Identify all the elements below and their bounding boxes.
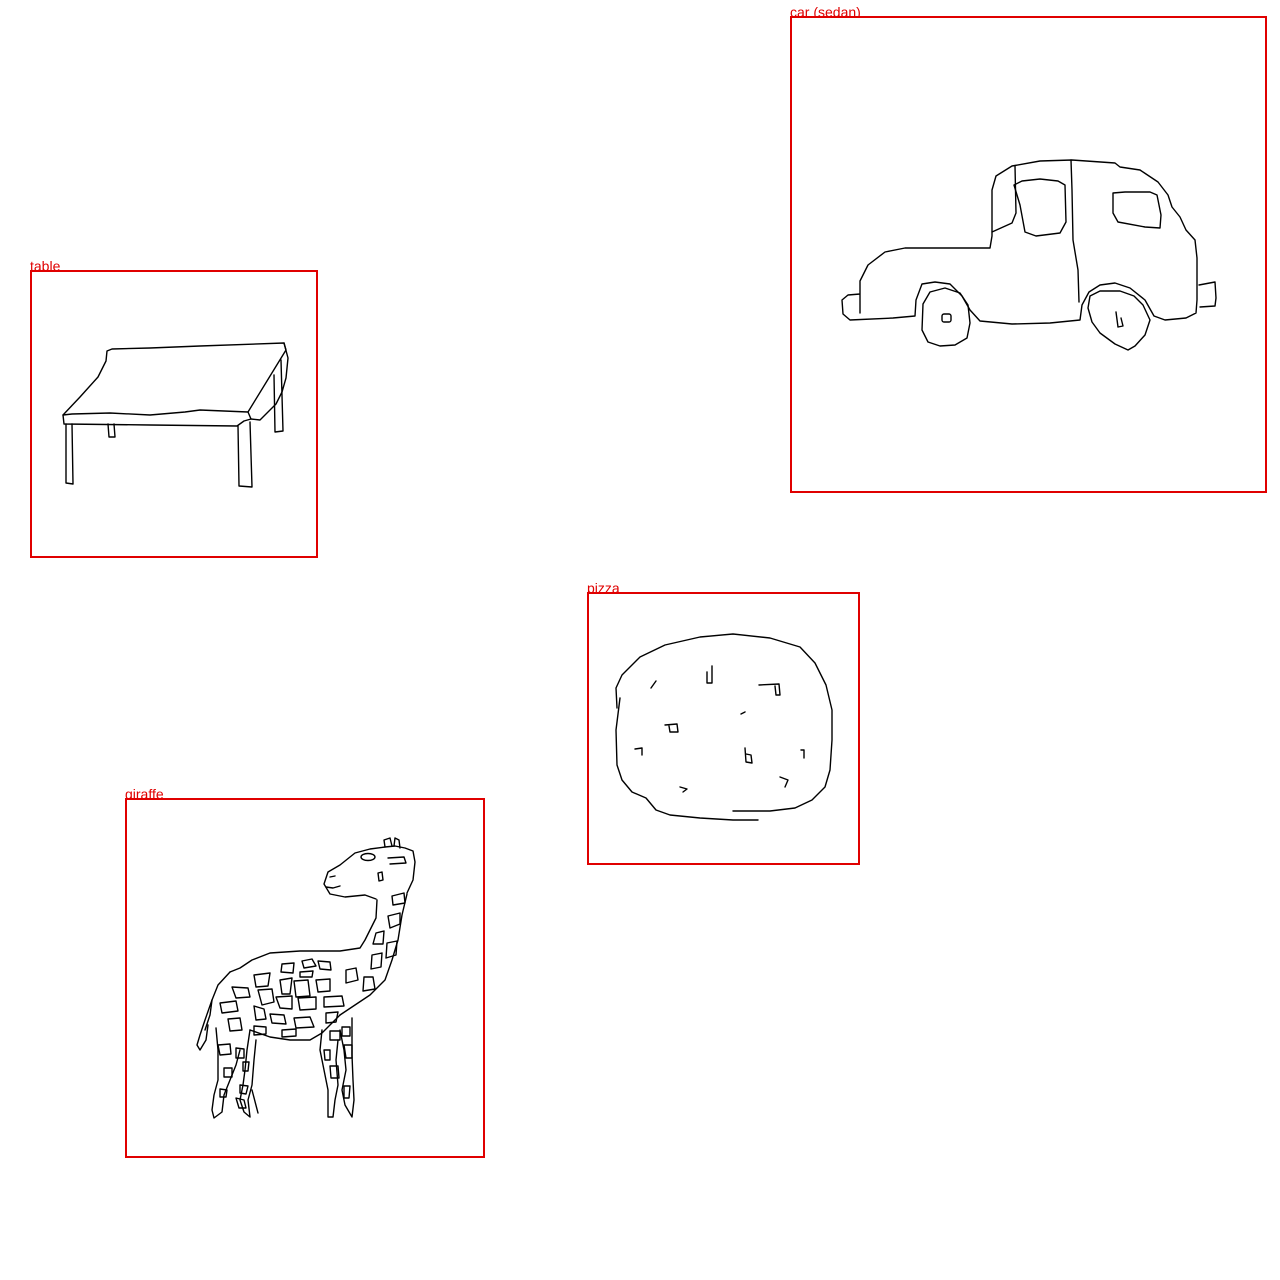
giraffe-sketch (196, 837, 416, 1119)
